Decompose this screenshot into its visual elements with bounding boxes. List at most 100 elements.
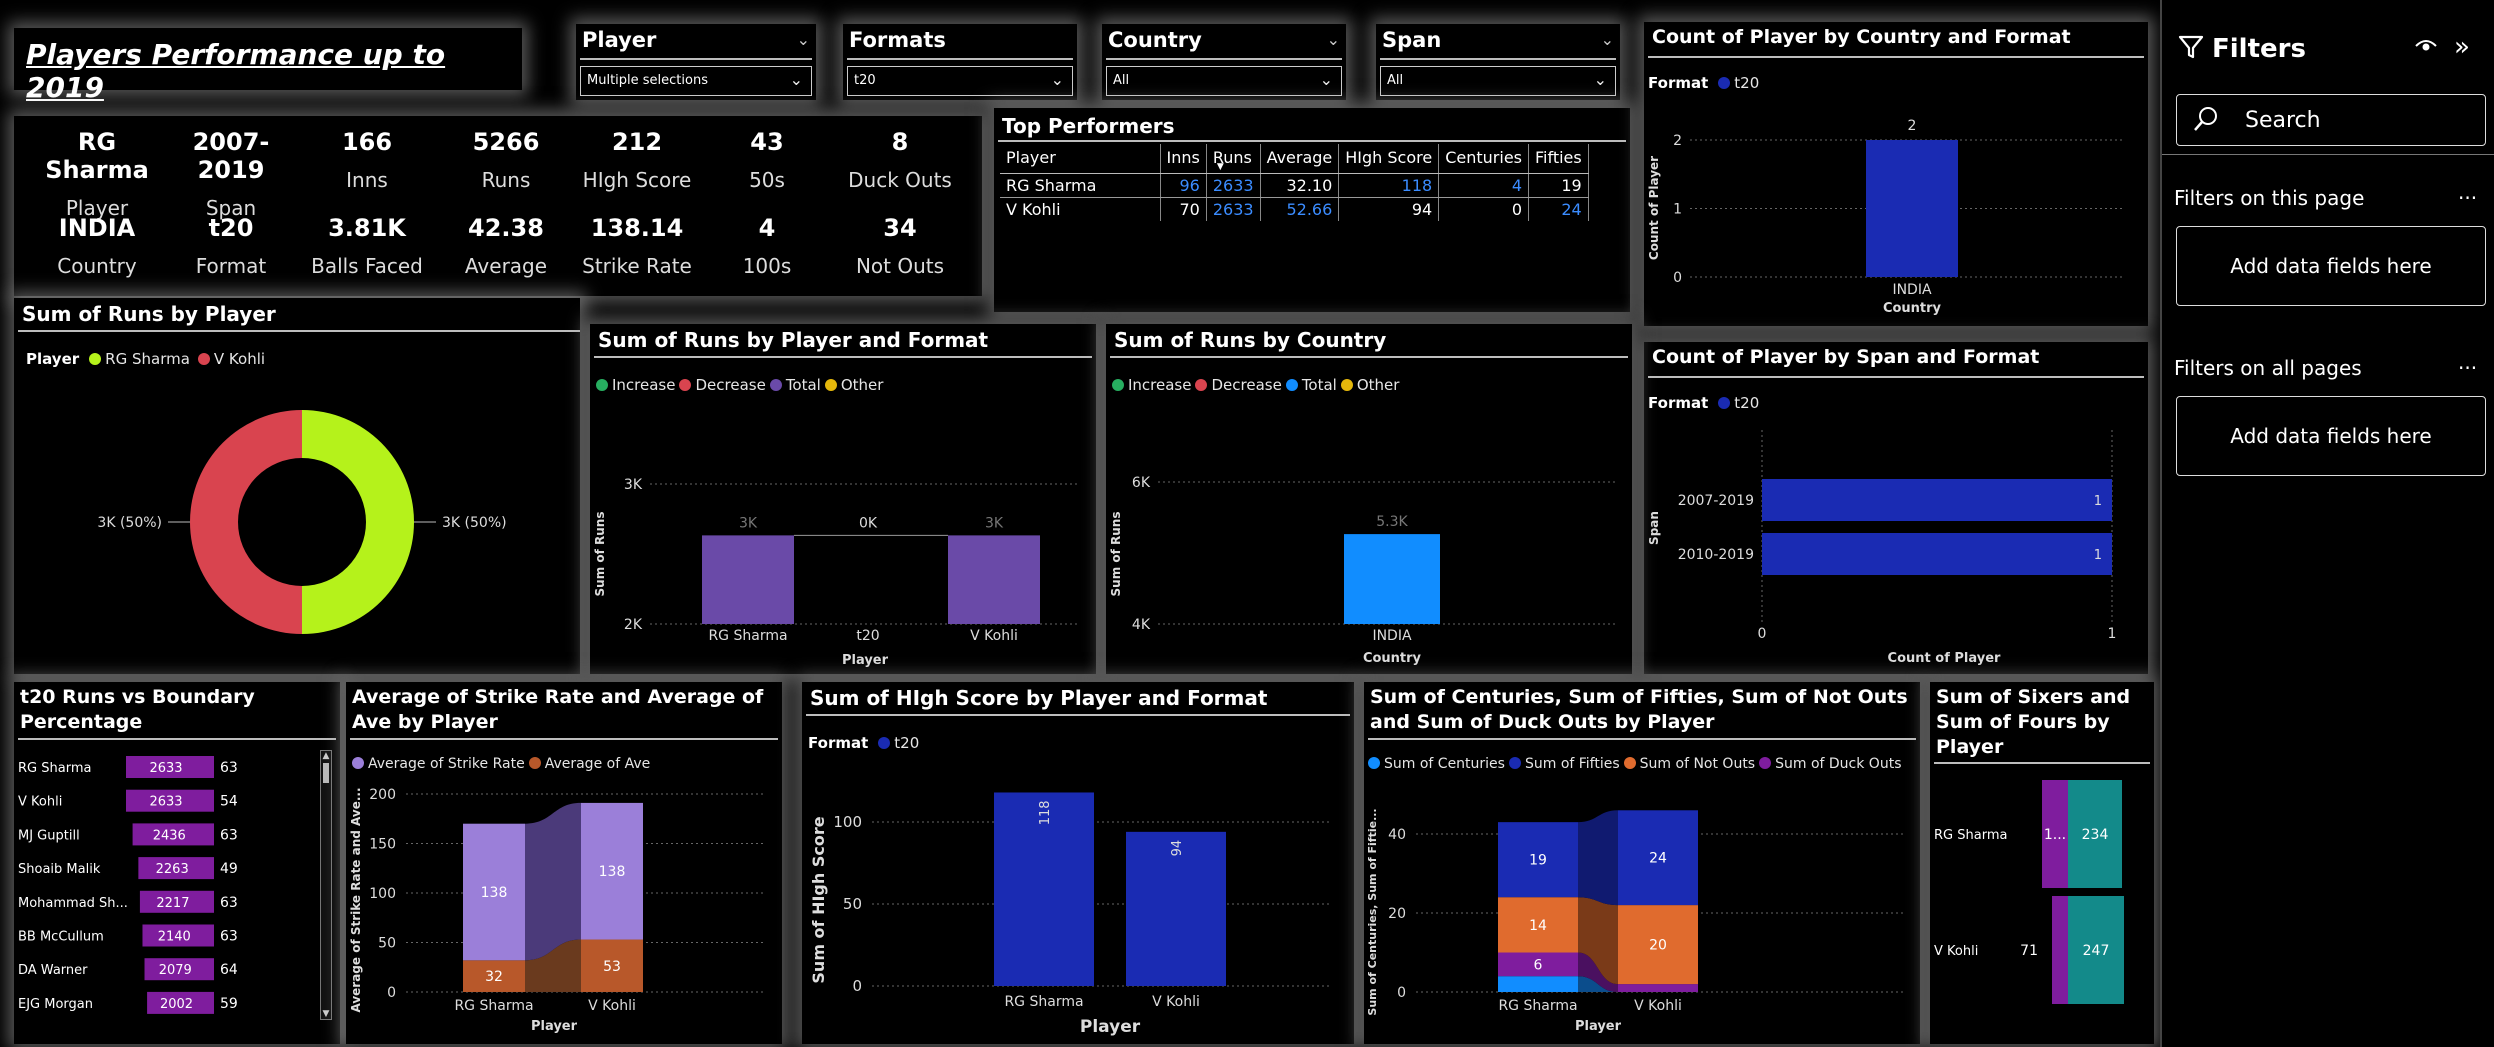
tick-label: RG Sharma [1004, 994, 1083, 1010]
kpi-label: HIgh Score [582, 168, 692, 192]
chevron-down-icon: ⌄ [1050, 70, 1064, 89]
bar[interactable] [948, 535, 1040, 624]
bar[interactable] [1498, 976, 1578, 992]
count-span-format-chart: Count of Player by Span and Format Forma… [1644, 342, 2148, 674]
scroll-up-icon[interactable]: ▲ [321, 751, 331, 761]
axis-title: Sum of Centuries, Sum of Fiftie... [1366, 808, 1379, 1015]
kpi-value: t20 [208, 214, 254, 242]
title-card: Players Performance up to 2019 [14, 28, 522, 104]
slicer-dropdown[interactable]: All ⌄ [1380, 66, 1616, 96]
slicer-country[interactable]: Country ⌄ All ⌄ [1102, 24, 1346, 100]
chart-plot: 0 50 100 150 200 32 138 RG Sharma 53 138 V Kohli Pl… [349, 787, 766, 1034]
table-cell: 94 [1338, 197, 1440, 221]
kpi-card: INDIA Country [32, 214, 162, 278]
slicer-dropdown[interactable]: All ⌄ [1106, 66, 1342, 96]
filters-search-input[interactable]: Search [2176, 94, 2486, 146]
more-options-icon[interactable]: ... [2458, 350, 2477, 374]
bar[interactable] [1762, 479, 2112, 521]
slicer-formats[interactable]: Formats t20 ⌄ [843, 24, 1077, 100]
axis-title: Country [1883, 301, 1942, 316]
tick-label: 0 [1397, 985, 1406, 1001]
table-cell: V Kohli [1000, 197, 1161, 221]
bar[interactable] [1762, 533, 2112, 575]
kpi-card: 34 Not Outs [835, 214, 965, 278]
kpi-value: 2007-2019 [192, 128, 270, 184]
table-cell: 96 [1160, 173, 1207, 198]
kpi-label: Runs [481, 168, 531, 192]
column-header[interactable]: Inns [1160, 144, 1207, 174]
axis-title: Country [1363, 651, 1422, 666]
runs-by-country-chart: Sum of Runs by Country Increase Decrease T… [1106, 324, 1632, 674]
column-header[interactable]: Runs ▼ [1206, 144, 1261, 174]
eye-icon[interactable] [2414, 36, 2438, 60]
filters-section-page: Filters on this page [2174, 186, 2365, 210]
scroll-down-icon[interactable]: ▼ [321, 1009, 331, 1019]
table-row[interactable]: V Kohli 70 2633 52.66 94 0 24 [1000, 197, 1589, 221]
bar[interactable] [1618, 984, 1698, 992]
bar[interactable] [1344, 534, 1440, 624]
kpi-card: 3.81K Balls Faced [302, 214, 432, 278]
column-header[interactable]: Fifties [1528, 144, 1589, 174]
tick-label: 20 [1388, 906, 1406, 922]
data-label: 20 [1649, 938, 1667, 954]
data-label: 2633 [149, 795, 182, 810]
tick-label: RG Sharma [454, 998, 533, 1014]
donut-slice-0 [302, 410, 414, 634]
data-label: 63 [220, 895, 238, 911]
collapse-pane-icon[interactable]: » [2454, 32, 2470, 62]
column-header[interactable]: Player [1000, 144, 1161, 174]
scrollbar-thumb[interactable] [323, 763, 329, 783]
t20-runs-boundary-chart: t20 Runs vs Boundary Percentage RG Sharm… [14, 682, 340, 1044]
chart-plot: RG Sharma 2633 63 V Kohli 2633 54 MJ Guptill 24… [18, 756, 238, 1014]
report-canvas: Players Performance up to 2019 Player ⌄ … [0, 0, 2494, 1047]
kpi-label: Not Outs [855, 254, 945, 278]
axis-title: Sum of Runs [1109, 512, 1123, 597]
tick-label: 6K [1132, 475, 1151, 491]
kpi-label: Inns [346, 168, 388, 192]
tick-label: 100 [369, 886, 396, 902]
sixers-fours-chart: Sum of Sixers and Sum of Fours by Player… [1930, 682, 2154, 1044]
tick-label: 4K [1132, 617, 1151, 633]
slicer-player[interactable]: Player ⌄ Multiple selections ⌄ [576, 24, 816, 100]
column-header[interactable]: Average [1260, 144, 1340, 174]
kpi-value: 212 [611, 128, 663, 156]
column-header[interactable]: Centuries [1438, 144, 1529, 174]
tick-label: t20 [856, 628, 879, 644]
add-fields-all[interactable]: Add data fields here [2176, 396, 2486, 476]
slicer-dropdown[interactable]: t20 ⌄ [847, 66, 1073, 96]
tick-label: 2007-2019 [1678, 493, 1754, 509]
scrollbar[interactable]: ▲ ▼ [320, 750, 332, 1020]
kpi-card: 43 50s [702, 128, 832, 192]
chevron-down-icon[interactable]: ⌄ [1327, 30, 1340, 49]
more-options-icon[interactable]: ... [2458, 180, 2477, 204]
bar[interactable] [2052, 896, 2068, 1004]
tick-label: 50 [378, 936, 396, 952]
table-cell: 70 [1160, 197, 1207, 221]
tick-label: V Kohli [970, 628, 1018, 644]
column-header[interactable]: HIgh Score [1338, 144, 1440, 174]
slicer-span[interactable]: Span ⌄ All ⌄ [1376, 24, 1620, 100]
kpi-label: Strike Rate [582, 254, 692, 278]
bar[interactable] [702, 535, 794, 624]
ribbon [1578, 810, 1618, 906]
sr-avg-chart: Average of Strike Rate and Average of Av… [346, 682, 782, 1044]
slicer-dropdown[interactable]: Multiple selections ⌄ [580, 66, 812, 96]
chevron-down-icon: ⌄ [1319, 70, 1333, 89]
chevron-down-icon: ⌄ [1593, 70, 1607, 89]
sort-desc-icon[interactable]: ▼ [1217, 162, 1224, 172]
chevron-down-icon[interactable]: ⌄ [1601, 30, 1614, 49]
table-row[interactable]: RG Sharma 96 2633 32.10 118 4 19 [1000, 173, 1589, 198]
bar[interactable] [1866, 140, 1958, 277]
chevron-down-icon[interactable]: ⌄ [797, 30, 810, 49]
data-label: 53 [603, 959, 621, 975]
data-label: 63 [220, 929, 238, 945]
tick-label: V Kohli [588, 998, 636, 1014]
chart-plot: RG Sharma 1... 234 V Kohli 71 247 [1934, 780, 2124, 1004]
data-label: 2217 [156, 896, 189, 911]
data-label: 3K [985, 515, 1004, 531]
kpi-value: 42.38 [468, 214, 544, 242]
row-label: V Kohli [18, 795, 62, 810]
runs-player-format-chart: Sum of Runs by Player and Format Increas… [590, 324, 1096, 674]
tick-label: 200 [369, 787, 396, 803]
add-fields-page[interactable]: Add data fields here [2176, 226, 2486, 306]
